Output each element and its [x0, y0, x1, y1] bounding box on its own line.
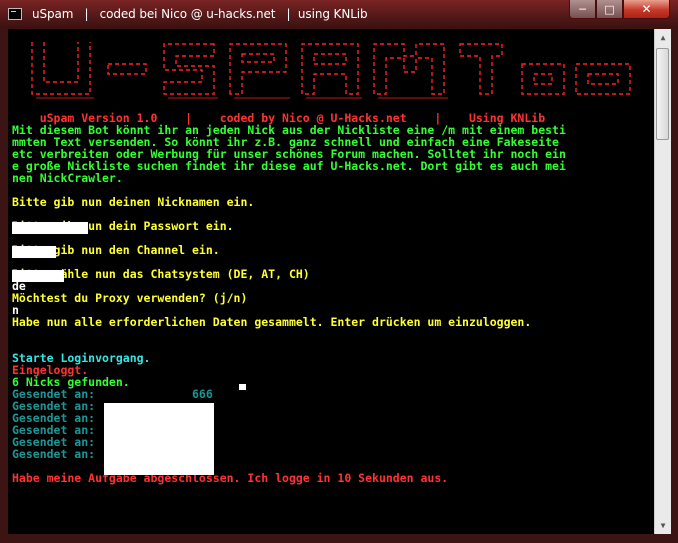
- console-app-icon[interactable]: [8, 8, 22, 20]
- hidden-password-input: [12, 246, 56, 258]
- console-line: Bitte gib nun deinen Nicknamen ein.: [12, 195, 255, 209]
- hidden-nickname-input: [12, 222, 88, 234]
- maximize-button[interactable]: □: [596, 0, 623, 19]
- title-bar[interactable]: uSpam | coded bei Nico @ u-hacks.net | u…: [0, 0, 678, 28]
- scroll-down-arrow-icon[interactable]: ▼: [655, 517, 671, 534]
- minimize-button[interactable]: ─: [569, 0, 596, 19]
- vertical-scrollbar[interactable]: ▲ ▼: [654, 29, 671, 534]
- console-cursor: [239, 384, 246, 390]
- console-line: Gesendet an:: [12, 447, 96, 461]
- console-line: Habe nun alle erforderlichen Daten gesam…: [12, 315, 532, 329]
- console-output[interactable]: uSpam Version 1.0 | coded by Nico @ U-Ha…: [8, 29, 654, 534]
- console-window: uSpam | coded bei Nico @ u-hacks.net | u…: [0, 0, 678, 543]
- console-line: nen NickCrawler.: [12, 171, 123, 185]
- console-line: Habe meine Aufgabe abgeschlossen. Ich lo…: [12, 471, 449, 485]
- redacted-nick-list: [104, 403, 214, 475]
- scroll-up-arrow-icon[interactable]: ▲: [655, 29, 671, 46]
- uspam-ascii-logo: [31, 42, 631, 99]
- window-title: uSpam | coded bei Nico @ u-hacks.net | u…: [32, 7, 368, 21]
- console-line: Möchtest du Proxy verwenden? (j/n): [12, 291, 248, 305]
- hidden-channel-input: [12, 270, 64, 282]
- window-controls: ─ □ ✕: [569, 0, 670, 19]
- close-button[interactable]: ✕: [623, 0, 670, 19]
- scroll-thumb[interactable]: [656, 48, 669, 140]
